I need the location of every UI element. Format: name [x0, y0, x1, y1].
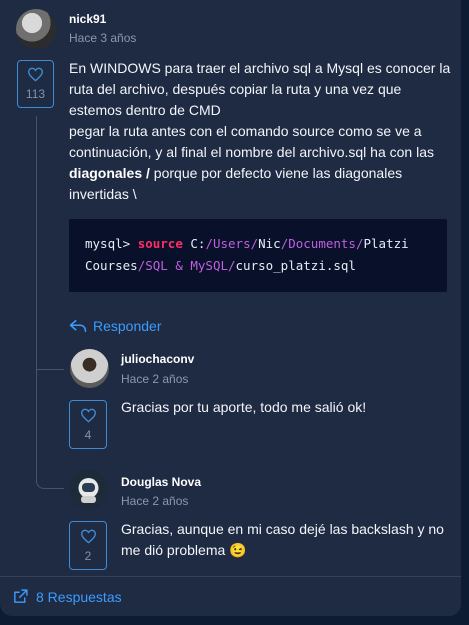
code-seg2: Platzi — [363, 236, 409, 251]
comment-time: Hace 3 años — [69, 31, 137, 45]
external-link-icon — [14, 589, 28, 603]
reply-label: Responder — [93, 318, 162, 334]
thread-connector-2 — [36, 475, 64, 489]
like-button[interactable]: 113 — [17, 60, 54, 108]
comment-card: nick91 Hace 3 años 113 En WINDOWS para t… — [0, 0, 461, 616]
reply-text: Gracias, aunque en mi caso dejé las back… — [121, 521, 444, 558]
thread-line — [36, 116, 37, 369]
heart-icon — [27, 67, 44, 82]
reply-button[interactable]: Responder — [69, 318, 162, 334]
reply-time: Hace 2 años — [121, 372, 189, 386]
scrollbar[interactable] — [461, 0, 469, 625]
reply-username[interactable]: Douglas Nova — [121, 475, 201, 489]
comment-username[interactable]: nick91 — [69, 12, 106, 26]
code-path2: /Documents/ — [280, 236, 364, 251]
code-seg3: Courses — [85, 258, 138, 273]
reply-avatar[interactable] — [70, 349, 109, 388]
comment-text-intro: En WINDOWS para traer el archivo sql a M… — [69, 60, 451, 118]
comment-text-line2: pegar la ruta antes con el comando sourc… — [69, 123, 434, 160]
reply-time: Hace 2 años — [121, 494, 189, 508]
reply-like-count: 2 — [84, 548, 92, 563]
like-count: 113 — [25, 87, 46, 101]
code-drive: C: — [190, 236, 206, 251]
code-block: mysql> source C:/Users/Nic/Documents/Pla… — [69, 219, 447, 292]
code-file: curso_platzi.sql — [235, 258, 356, 273]
reply-like-button[interactable]: 4 — [69, 400, 107, 449]
code-seg1: Nic — [258, 236, 281, 251]
code-prompt: mysql> — [85, 236, 131, 251]
astronaut-icon — [69, 470, 108, 509]
reply-like-count: 4 — [84, 427, 92, 442]
reply-text: Gracias por tu aporte, todo me salió ok! — [121, 399, 367, 415]
comment-text-bold: diagonales / — [69, 165, 150, 181]
reply-avatar[interactable] — [69, 470, 108, 509]
heart-icon — [80, 529, 96, 544]
replies-count-label: 8 Respuestas — [36, 588, 122, 605]
heart-icon — [80, 408, 96, 423]
reply-like-button[interactable]: 2 — [69, 521, 107, 570]
code-path3: /SQL & MySQL/ — [137, 258, 236, 273]
comment-body: En WINDOWS para traer el archivo sql a M… — [69, 58, 454, 205]
code-keyword: source — [137, 236, 183, 251]
replies-footer[interactable]: 8 Respuestas — [0, 576, 461, 616]
code-path1: /Users/ — [205, 236, 259, 251]
reply-username[interactable]: juliochaconv — [121, 352, 194, 366]
reply-icon — [69, 320, 87, 332]
user-avatar[interactable] — [16, 9, 56, 49]
thread-line-2 — [36, 369, 37, 481]
thread-connector — [36, 369, 64, 370]
